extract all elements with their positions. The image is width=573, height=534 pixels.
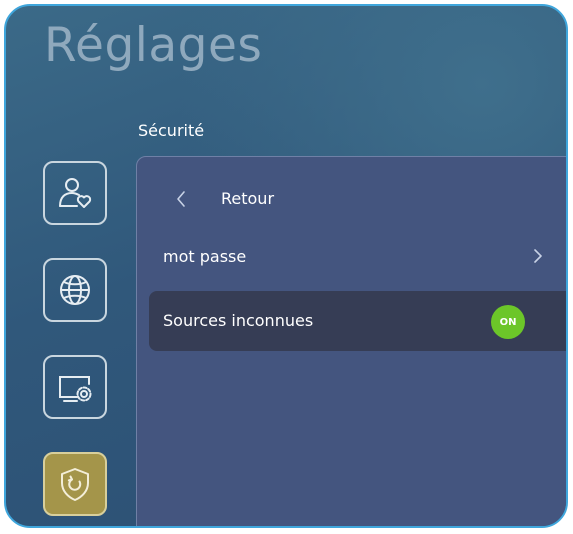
- password-row-label: mot passe: [163, 247, 247, 266]
- chevron-right-icon: [534, 249, 542, 263]
- settings-window: Réglages Sécurité Retour mot passe Sourc…: [4, 4, 568, 528]
- section-title: Sécurité: [138, 121, 205, 140]
- back-button[interactable]: Retour: [221, 189, 274, 208]
- shield-icon: [61, 468, 89, 501]
- unknown-sources-row[interactable]: Sources inconnues ON: [149, 291, 566, 351]
- security-panel: Retour mot passe Sources inconnues ON: [136, 156, 566, 526]
- unknown-sources-toggle[interactable]: ON: [491, 305, 525, 339]
- screen-settings-icon: [59, 376, 92, 402]
- unknown-sources-label: Sources inconnues: [163, 311, 314, 330]
- sidebar-item-network[interactable]: [43, 258, 107, 322]
- password-row[interactable]: mot passe: [149, 229, 561, 283]
- sidebar-item-display[interactable]: [43, 355, 107, 419]
- user-heart-icon: [59, 178, 92, 208]
- globe-icon: [60, 275, 90, 305]
- sidebar-item-user[interactable]: [43, 161, 107, 225]
- page-title: Réglages: [44, 18, 263, 73]
- chevron-left-icon[interactable]: [173, 189, 189, 209]
- sidebar-item-security[interactable]: [43, 452, 107, 516]
